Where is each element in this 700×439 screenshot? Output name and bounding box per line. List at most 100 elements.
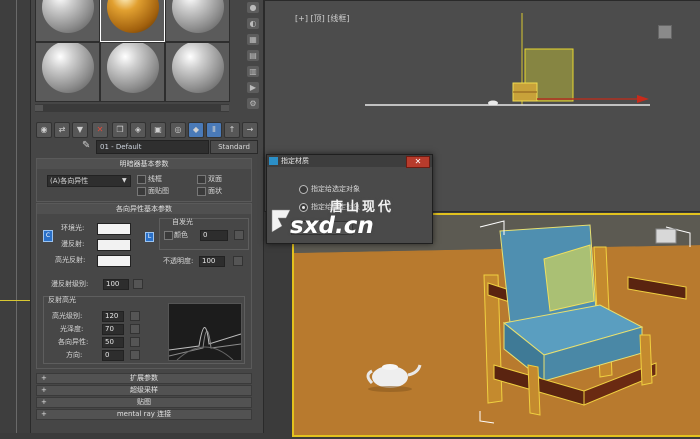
opacity-map-button[interactable] (233, 256, 243, 266)
faceted-label: 面状 (208, 187, 222, 195)
wire-label: 线框 (148, 175, 162, 183)
perspective-viewport[interactable] (292, 213, 700, 437)
self-illum-spinner[interactable]: 0 (200, 230, 228, 241)
specular-level-spinner[interactable]: 120 (102, 311, 124, 322)
uv-tiling-icon[interactable]: ▤ (247, 50, 259, 61)
reset-material-icon[interactable]: ✕ (92, 122, 108, 138)
rollout-title[interactable]: 各向异性基本参数 (37, 204, 251, 214)
diffuse-color-swatch[interactable] (97, 239, 131, 251)
sample-type-icon[interactable]: ● (247, 2, 259, 13)
diffuse-label: 漫反射: (61, 240, 85, 248)
highlight-curve (169, 327, 241, 360)
self-illum-group: 自发光 颜色 0 (159, 218, 249, 250)
plus-icon: + (41, 386, 47, 394)
preview-icon[interactable]: ▶ (247, 82, 259, 93)
material-name-field[interactable]: 01 - Default (96, 140, 209, 154)
put-to-scene-icon[interactable]: ⇄ (54, 122, 70, 138)
go-to-parent-icon[interactable]: ↑ (224, 122, 240, 138)
self-illum-title: 自发光 (172, 218, 193, 226)
rollout-title-text: 贴图 (137, 398, 151, 406)
copy-material-icon[interactable]: ❐ (112, 122, 128, 138)
faceted-checkbox[interactable] (197, 187, 206, 196)
rollout-title[interactable]: 明暗器基本参数 (37, 159, 251, 169)
ambient-color-swatch[interactable] (97, 223, 131, 235)
dialog-title: 指定材质 (281, 157, 309, 165)
self-illum-color-checkbox[interactable] (164, 231, 173, 240)
close-button[interactable]: ✕ (406, 156, 430, 168)
material-name-row: ✎ 01 - Default Standard (80, 140, 260, 154)
dialog-titlebar[interactable]: 指定材质 ✕ (267, 155, 432, 168)
material-slot-2[interactable] (100, 0, 165, 42)
maps-rollout[interactable]: + 贴图 (36, 397, 252, 408)
show-map-icon[interactable]: ◆ (188, 122, 204, 138)
go-forward-icon[interactable]: → (242, 122, 258, 138)
ground-line (0, 300, 34, 301)
left-viewport-strip[interactable] (0, 0, 34, 433)
scroll-right-arrow[interactable] (221, 105, 229, 111)
options-icon[interactable]: ⚙ (247, 98, 259, 109)
rollout-title-text: 明暗器基本参数 (119, 160, 169, 168)
diffuse-level-map-button[interactable] (133, 279, 143, 289)
plus-icon: + (41, 410, 47, 418)
material-type-button[interactable]: Standard (210, 140, 258, 154)
assign-selected-radio[interactable] (299, 185, 308, 194)
wire-checkbox[interactable] (137, 175, 146, 184)
face-map-checkbox[interactable] (137, 187, 146, 196)
specular-color-swatch[interactable] (97, 255, 131, 267)
opacity-label: 不透明度: (163, 257, 194, 265)
specular-highlights-group: 反射高光 高光级别: 120 光泽度: 70 各向异性: 50 方向: 0 (43, 296, 245, 364)
lock-color-button[interactable]: C (43, 230, 53, 242)
chevron-down-icon: ▼ (122, 177, 127, 184)
material-slot-4[interactable] (35, 42, 100, 102)
anisotropy-map-button[interactable] (130, 337, 140, 347)
plus-icon: + (41, 398, 47, 406)
anisotropy-spinner[interactable]: 50 (102, 337, 124, 348)
glossiness-map-button[interactable] (130, 324, 140, 334)
specular-level-map-button[interactable] (130, 311, 140, 321)
assign-to-selection-icon[interactable]: ▼ (72, 122, 88, 138)
material-sphere (172, 43, 224, 93)
material-slot-5[interactable] (100, 42, 165, 102)
material-slot-1[interactable] (35, 0, 100, 42)
material-sphere (107, 0, 159, 33)
slot-scrollbar[interactable] (35, 104, 229, 112)
mental-ray-rollout[interactable]: + mental ray 连接 (36, 409, 252, 420)
rollout-title-text: mental ray 连接 (116, 410, 172, 418)
get-material-icon[interactable]: ◉ (36, 122, 52, 138)
axis-line (16, 0, 17, 433)
specular-level-label: 高光级别: (52, 312, 83, 320)
opacity-spinner[interactable]: 100 (199, 256, 225, 267)
material-sphere (42, 43, 94, 93)
diffuse-map-lock-button[interactable]: L (145, 232, 154, 242)
orientation-label: 方向: (66, 351, 83, 359)
material-slot-3[interactable] (165, 0, 230, 42)
orientation-spinner[interactable]: 0 (102, 350, 124, 361)
shader-dropdown[interactable]: (A)各向异性 ▼ (47, 175, 131, 187)
watermark-en-text: sxd.cn (290, 213, 374, 239)
background-icon[interactable]: ▦ (247, 34, 259, 45)
extended-params-rollout[interactable]: + 扩展参数 (36, 373, 252, 384)
glossiness-label: 光泽度: (60, 325, 84, 333)
app-icon (269, 157, 278, 165)
eyedropper-icon[interactable]: ✎ (82, 140, 90, 152)
make-unique-icon[interactable]: ◈ (130, 122, 146, 138)
show-end-result-icon[interactable]: Ⅱ (206, 122, 222, 138)
rollout-title-text: 扩展参数 (130, 374, 158, 382)
scroll-left-arrow[interactable] (35, 105, 43, 111)
material-side-toolbar: ● ◐ ▦ ▤ ▥ ▶ ⚙ (244, 0, 262, 120)
material-id-icon[interactable]: ◎ (170, 122, 186, 138)
orientation-map-button[interactable] (130, 350, 140, 360)
backlight-icon[interactable]: ◐ (247, 18, 259, 29)
two-sided-label: 双面 (208, 175, 222, 183)
material-slot-6[interactable] (165, 42, 230, 102)
diffuse-level-spinner[interactable]: 100 (103, 279, 129, 290)
self-illum-map-button[interactable] (234, 230, 244, 240)
video-color-icon[interactable]: ▥ (247, 66, 259, 77)
specular-highlights-title: 反射高光 (48, 296, 76, 304)
glossiness-spinner[interactable]: 70 (102, 324, 124, 335)
material-toolbar: ◉ ⇄ ▼ ✕ ❐ ◈ ▣ ◎ ◆ Ⅱ ↑ → (34, 122, 260, 138)
put-to-library-icon[interactable]: ▣ (150, 122, 166, 138)
supersampling-rollout[interactable]: + 超级采样 (36, 385, 252, 396)
two-sided-checkbox[interactable] (197, 175, 206, 184)
material-sphere (42, 0, 94, 33)
